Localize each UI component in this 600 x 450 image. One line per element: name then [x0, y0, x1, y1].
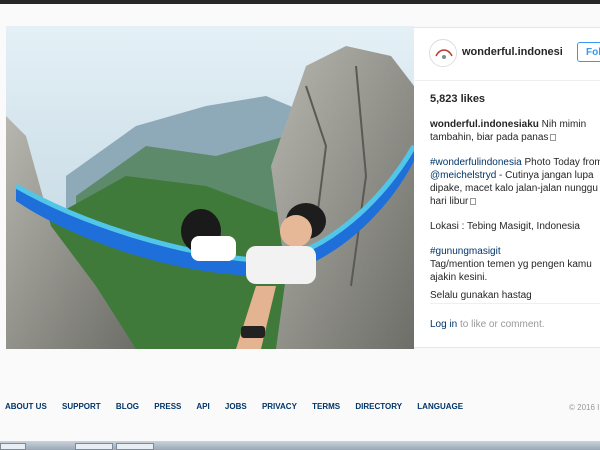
post-header: wonderful.indonesi... Fol — [415, 27, 600, 81]
likes-count[interactable]: 5,823 likes — [430, 93, 485, 105]
copyright: © 2016 I — [569, 403, 600, 412]
login-link[interactable]: Log in — [430, 319, 457, 330]
hashtag-wonderfulindonesia[interactable]: #wonderfulindonesia — [430, 157, 522, 168]
footer-link-jobs[interactable]: JOBS — [225, 402, 247, 411]
divider — [430, 303, 600, 304]
start-button[interactable] — [0, 443, 26, 450]
post-photo[interactable] — [6, 26, 414, 349]
post-sidebar: wonderful.indonesi... Fol 5,823 likes wo… — [415, 27, 600, 348]
post-username[interactable]: wonderful.indonesi... — [462, 46, 562, 58]
emoji-placeholder-icon — [550, 134, 557, 141]
footer-link-privacy[interactable]: PRIVACY — [262, 402, 297, 411]
comment-preview: Selalu gunakan hastag — [430, 290, 532, 301]
caption-text4: Tag/mention temen yg pengen kamu ajakin … — [430, 259, 592, 283]
taskbar-item[interactable] — [75, 443, 113, 450]
wonderful-indonesia-logo-icon[interactable] — [429, 39, 457, 67]
login-prompt: Log in to like or comment. — [430, 319, 545, 330]
follow-button[interactable]: Fol — [577, 42, 600, 62]
footer-link-api[interactable]: API — [196, 402, 209, 411]
footer-link-about-us[interactable]: ABOUT US — [5, 402, 47, 411]
footer-link-support[interactable]: SUPPORT — [62, 402, 101, 411]
hashtag-gunungmasigit[interactable]: #gunungmasigit — [430, 246, 501, 257]
emoji-placeholder-icon — [470, 198, 477, 205]
footer-links: ABOUT US SUPPORT BLOG PRESS API JOBS PRI… — [5, 402, 476, 411]
os-taskbar — [0, 441, 600, 450]
footer-link-blog[interactable]: BLOG — [116, 402, 139, 411]
footer-link-directory[interactable]: DIRECTORY — [355, 402, 402, 411]
footer-link-language[interactable]: LANGUAGE — [417, 402, 463, 411]
footer-link-press[interactable]: PRESS — [154, 402, 181, 411]
caption-author[interactable]: wonderful.indonesiaku — [430, 119, 539, 130]
post-caption: wonderful.indonesiaku Nih mimin tambahin… — [430, 118, 600, 296]
top-bar — [0, 0, 600, 4]
caption-text2: Photo Today from — [521, 157, 600, 168]
login-rest-text: to like or comment. — [457, 319, 545, 330]
footer-link-terms[interactable]: TERMS — [312, 402, 340, 411]
taskbar-item[interactable] — [116, 443, 154, 450]
hammock-cliff-photo — [6, 26, 414, 349]
mention-link[interactable]: @meichelstryd — [430, 170, 496, 181]
caption-location: Lokasi : Tebing Masigit, Indonesia — [430, 221, 580, 232]
